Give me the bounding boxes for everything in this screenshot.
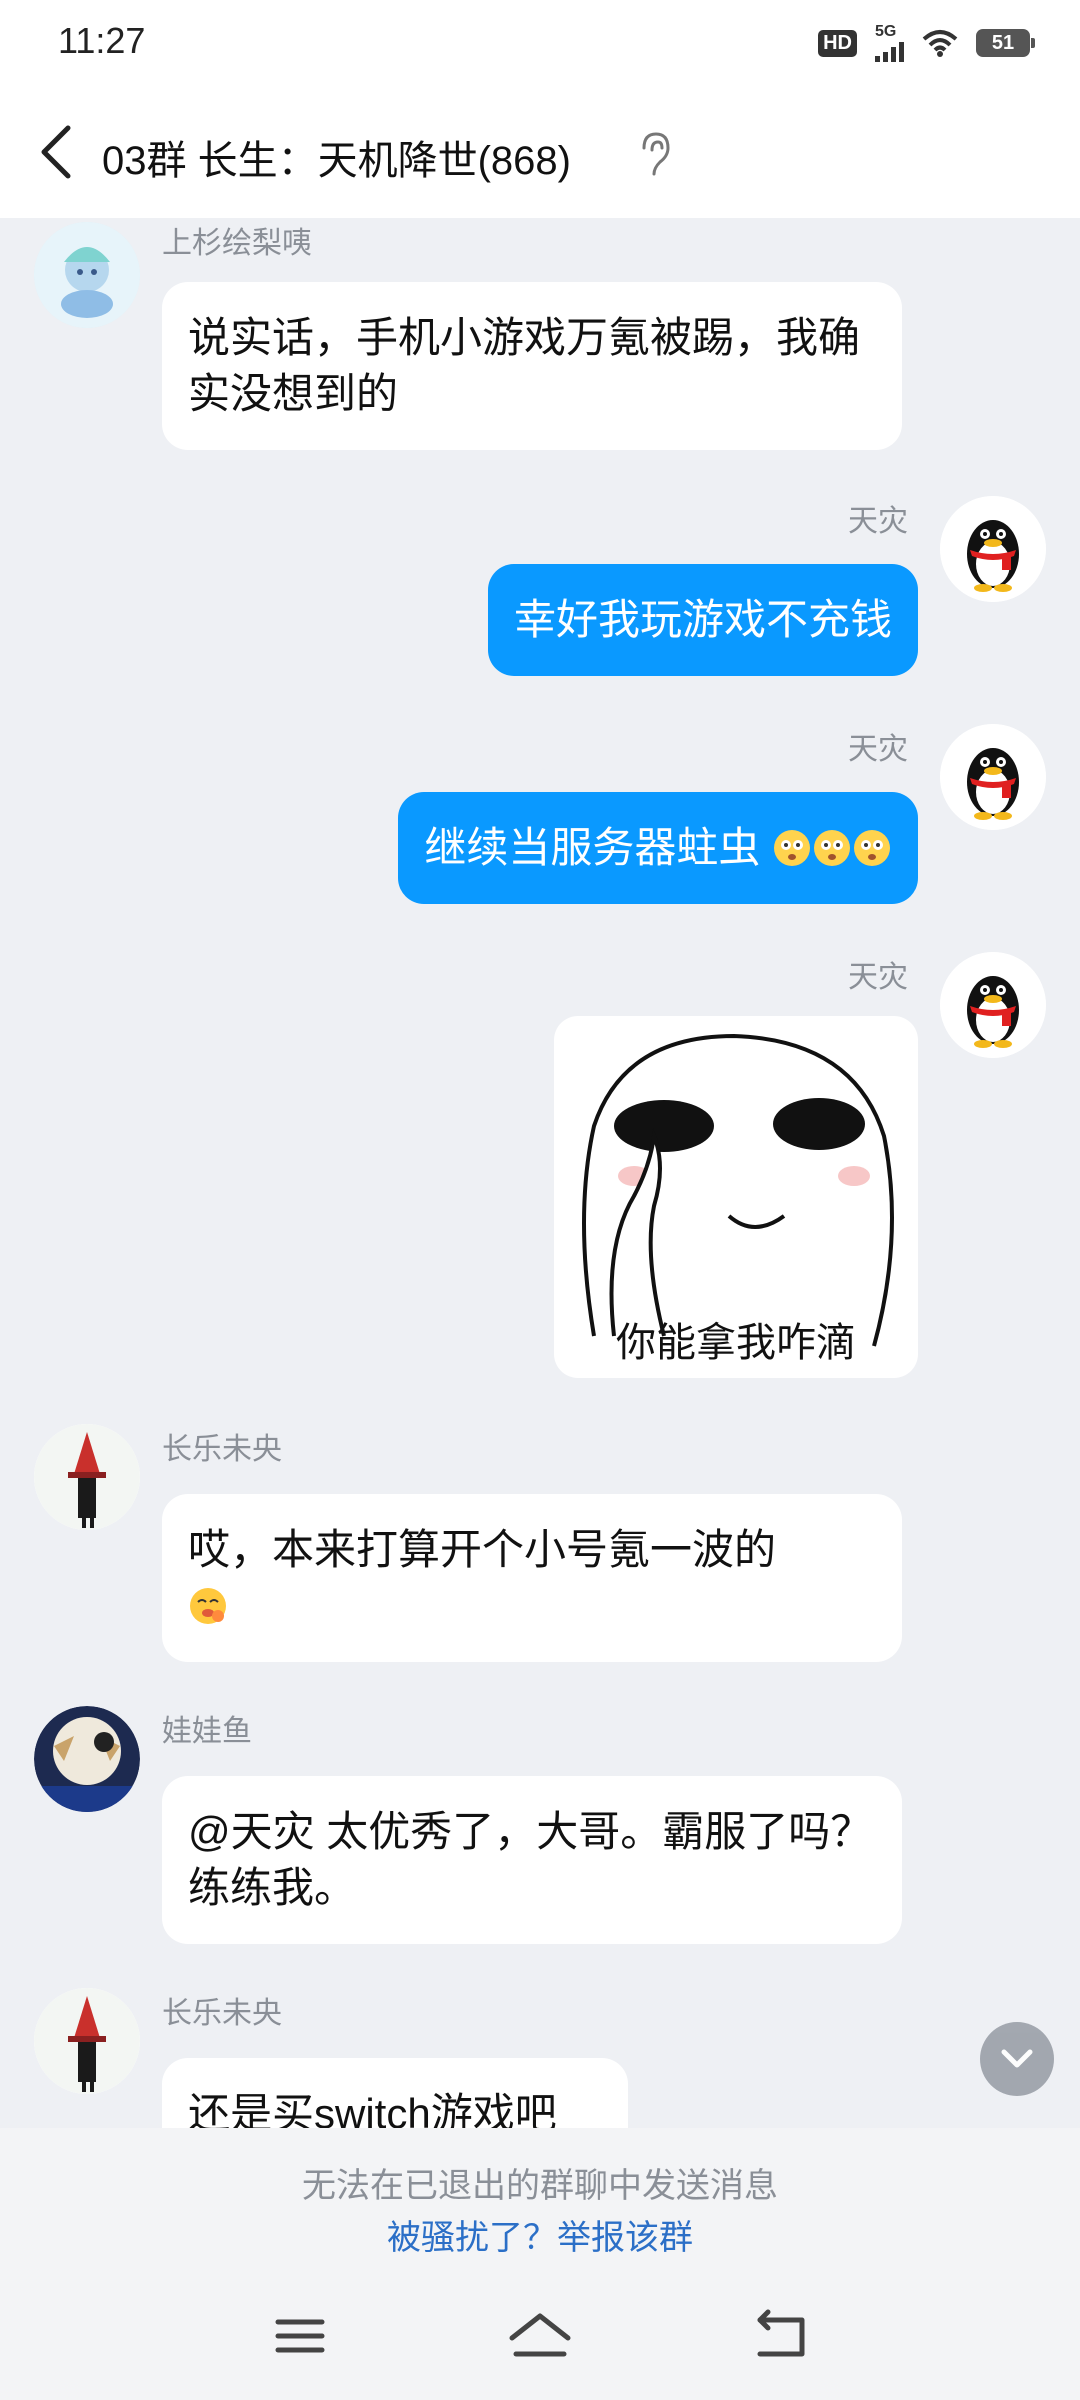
emoji-icon xyxy=(814,830,850,866)
message-bubble[interactable]: 继续当服务器蛀虫 xyxy=(398,792,918,904)
message-text: 哎，本来打算开个小号氪一波的 xyxy=(188,1526,777,1573)
message-text: 幸好我玩游戏不充钱 xyxy=(513,596,892,643)
sender-name: 天灾 xyxy=(848,961,908,994)
sticker-image[interactable]: 你能拿我咋滴 xyxy=(554,1016,918,1378)
sender-name: 天灾 xyxy=(848,733,908,766)
sender-name: 长乐未央 xyxy=(162,1433,282,1466)
back-arrow-icon[interactable] xyxy=(36,122,80,182)
chat-area[interactable]: 上杉绘梨咦 说实话，手机小游戏万氪被踢，我确实没想到的 天灾 幸好我玩游戏不充钱… xyxy=(0,218,1080,2128)
ear-icon[interactable] xyxy=(634,130,674,178)
exited-group-notice: 无法在已退出的群聊中发送消息 xyxy=(302,2167,778,2205)
hd-icon: HD xyxy=(818,29,857,57)
status-icons: HD 5G 51 xyxy=(818,24,1035,62)
home-icon[interactable] xyxy=(500,2306,580,2366)
avatar[interactable] xyxy=(34,1988,140,2094)
emoji-icon xyxy=(190,1588,226,1624)
back-icon[interactable] xyxy=(742,2306,822,2366)
message-bubble[interactable]: 幸好我玩游戏不充钱 xyxy=(487,564,918,676)
message-bubble[interactable]: 还是买switch游戏吧 xyxy=(162,2058,628,2128)
avatar[interactable] xyxy=(940,724,1046,830)
status-time: 11:27 xyxy=(58,20,146,61)
chat-title: 03群 长生：天机降世(868) xyxy=(102,139,571,183)
sender-name: 上杉绘梨咦 xyxy=(162,227,312,260)
report-group-link[interactable]: 被骚扰了？举报该群 xyxy=(0,2210,1080,2259)
signal-icon: 5G xyxy=(875,24,904,62)
message-text: 继续当服务器蛀虫 xyxy=(424,824,761,871)
message-text: 还是买switch游戏吧 xyxy=(188,2090,557,2128)
sticker-caption: 你能拿我咋滴 xyxy=(616,1321,856,1365)
message-bubble[interactable]: @天灾 太优秀了，大哥。霸服了吗？练练我。 xyxy=(162,1776,902,1944)
emoji-icon xyxy=(774,830,810,866)
emoji-icon xyxy=(854,830,890,866)
message-text: @天灾 太优秀了，大哥。霸服了吗？练练我。 xyxy=(188,1808,873,1911)
scroll-down-button[interactable] xyxy=(980,2022,1054,2096)
avatar[interactable] xyxy=(940,496,1046,602)
battery-icon: 51 xyxy=(976,29,1035,57)
top-bar: 11:27 HD 5G 51 03群 长生：天机降世(868) xyxy=(0,0,1080,218)
avatar[interactable] xyxy=(34,222,140,328)
message-bubble[interactable]: 说实话，手机小游戏万氪被踢，我确实没想到的 xyxy=(162,282,902,450)
sender-name: 长乐未央 xyxy=(162,1997,282,2030)
sender-name: 天灾 xyxy=(848,505,908,538)
wifi-icon xyxy=(922,30,958,57)
avatar[interactable] xyxy=(34,1706,140,1812)
menu-icon[interactable] xyxy=(260,2306,340,2366)
avatar[interactable] xyxy=(34,1424,140,1530)
message-text: 说实话，手机小游戏万氪被踢，我确实没想到的 xyxy=(188,314,861,417)
message-bubble[interactable]: 哎，本来打算开个小号氪一波的 xyxy=(162,1494,902,1662)
battery-level: 51 xyxy=(991,31,1015,54)
bottom-bar: 无法在已退出的群聊中发送消息 被骚扰了？举报该群 xyxy=(0,2128,1080,2400)
avatar[interactable] xyxy=(940,952,1046,1058)
network-label: 5G xyxy=(875,23,897,40)
sender-name: 娃娃鱼 xyxy=(162,1715,252,1748)
